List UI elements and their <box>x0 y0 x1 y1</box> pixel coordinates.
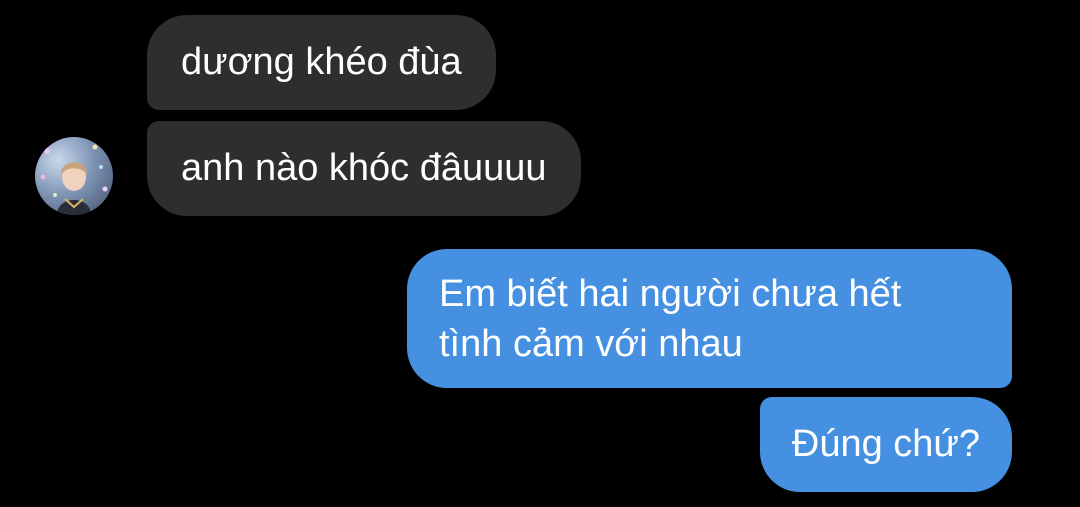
incoming-message-bubble[interactable]: dương khéo đùa <box>147 15 496 110</box>
profile-photo-icon <box>40 144 108 215</box>
outgoing-message-bubble[interactable]: Em biết hai người chưa hết tình cảm với … <box>407 249 1012 388</box>
message-text: Đúng chứ? <box>791 423 980 465</box>
message-text: dương khéo đùa <box>181 41 462 83</box>
message-text-line: Em biết hai người chưa hết <box>439 273 902 315</box>
incoming-message-bubble[interactable]: anh nào khóc đâuuuu <box>147 121 581 216</box>
message-text: anh nào khóc đâuuuu <box>181 147 547 189</box>
message-text-line: tình cảm với nhau <box>439 323 743 365</box>
contact-avatar[interactable] <box>35 137 113 215</box>
outgoing-message-bubble[interactable]: Đúng chứ? <box>759 397 1012 492</box>
